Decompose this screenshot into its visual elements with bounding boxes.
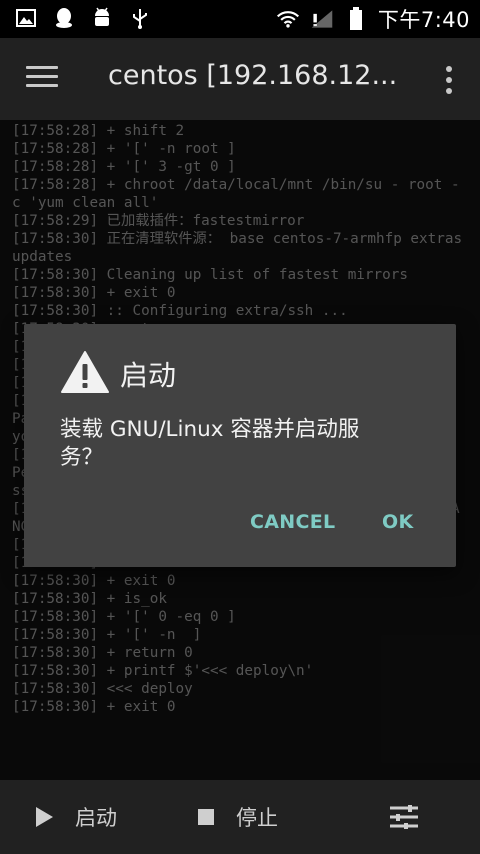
start-confirm-dialog: 启动 装载 GNU/Linux 容器并启动服务？ CANCEL OK — [24, 324, 456, 567]
usb-icon — [128, 6, 152, 30]
app-bar: centos [192.168.12... — [0, 38, 480, 120]
cancel-button[interactable]: CANCEL — [244, 510, 341, 534]
status-bar: 下午7:40 — [0, 0, 480, 38]
play-icon — [36, 807, 53, 827]
settings-tune-icon[interactable] — [390, 805, 418, 829]
stop-button[interactable]: 停止 — [198, 780, 278, 854]
dialog-title: 启动 — [120, 359, 177, 392]
stop-label: 停止 — [236, 806, 278, 830]
signal-icon — [310, 7, 334, 31]
image-icon — [14, 6, 38, 30]
qq-icon — [52, 6, 76, 30]
menu-icon[interactable] — [26, 66, 58, 92]
dialog-message: 装载 GNU/Linux 容器并启动服务？ — [60, 417, 360, 470]
start-button[interactable]: 启动 — [36, 780, 117, 854]
clock: 下午7:40 — [377, 8, 470, 32]
bottom-toolbar: 启动 停止 — [0, 780, 480, 854]
ok-button[interactable]: OK — [376, 510, 419, 534]
page-title: centos [192.168.12... — [108, 60, 398, 91]
battery-icon — [344, 7, 368, 31]
android-icon — [90, 6, 114, 30]
wifi-icon — [276, 7, 300, 31]
start-label: 启动 — [75, 806, 117, 830]
more-options-icon[interactable] — [446, 66, 454, 94]
stop-icon — [198, 809, 214, 825]
warning-icon — [60, 350, 110, 394]
